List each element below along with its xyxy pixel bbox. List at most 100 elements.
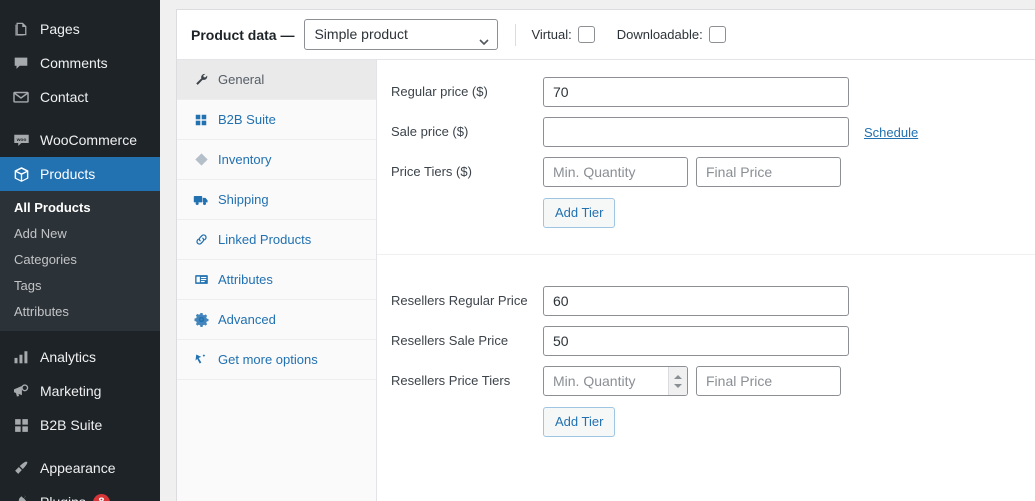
sidebar-item-plugins[interactable]: Plugins 8 [0, 485, 160, 501]
tab-shipping[interactable]: Shipping [177, 180, 376, 220]
sidebar-item-marketing[interactable]: Marketing [0, 374, 160, 408]
tab-label: B2B Suite [218, 112, 276, 127]
price-tiers-button-row: Add Tier [377, 198, 1035, 228]
plugins-update-badge: 8 [92, 493, 110, 501]
cart-icon [193, 352, 209, 368]
virtual-label: Virtual: [531, 27, 572, 42]
price-tier-min-quantity-input[interactable] [543, 157, 688, 187]
sale-price-input[interactable] [543, 117, 849, 147]
tab-label: Get more options [218, 352, 318, 367]
submenu-item-all-products[interactable]: All Products [0, 195, 160, 221]
pages-icon [11, 19, 31, 39]
downloadable-checkbox[interactable] [708, 26, 726, 43]
product-type-select[interactable]: Simple product [304, 19, 499, 50]
resellers-regular-price-input[interactable] [543, 286, 849, 316]
resellers-price-tier-min-quantity-input[interactable] [543, 366, 688, 396]
tab-label: General [218, 72, 265, 87]
comments-icon [11, 53, 31, 73]
tab-general[interactable]: General [177, 60, 376, 100]
resellers-regular-price-control [543, 286, 849, 316]
schedule-link[interactable]: Schedule [864, 125, 918, 140]
spinner-up-icon[interactable] [674, 374, 682, 379]
wp-admin-sidebar: Pages Comments Contact woo WooCommerce P… [0, 0, 160, 501]
truck-icon [193, 192, 209, 208]
resellers-pricing-group: Resellers Regular Price Resellers Sale P… [377, 254, 1035, 449]
submenu-item-categories[interactable]: Categories [0, 247, 160, 273]
add-tier-button[interactable]: Add Tier [543, 198, 616, 228]
tab-label: Linked Products [218, 232, 312, 247]
resellers-price-tiers-row: Resellers Price Tiers [377, 361, 1035, 401]
resellers-min-quantity-wrapper [543, 366, 688, 396]
sidebar-item-label: Products [40, 166, 96, 182]
header-divider [515, 23, 517, 46]
inventory-tag-icon [193, 152, 209, 168]
regular-price-input[interactable] [543, 77, 849, 107]
virtual-checkbox[interactable] [577, 26, 595, 43]
sidebar-item-label: Appearance [40, 460, 116, 476]
sidebar-item-pages[interactable]: Pages [0, 12, 160, 46]
tab-attributes[interactable]: Attributes [177, 260, 376, 300]
product-type-select-wrapper: Simple product [304, 19, 499, 50]
sidebar-item-products[interactable]: Products [0, 157, 160, 191]
products-box-icon [11, 164, 31, 184]
price-tiers-control [543, 157, 841, 187]
product-data-tabs: General B2B Suite Inventory Shipping Lin… [177, 60, 377, 501]
wrench-icon [193, 72, 209, 88]
sidebar-separator [0, 114, 160, 123]
submenu-item-attributes[interactable]: Attributes [0, 299, 160, 325]
tab-label: Inventory [218, 152, 272, 167]
submenu-item-tags[interactable]: Tags [0, 273, 160, 299]
sidebar-item-b2b-suite[interactable]: B2B Suite [0, 408, 160, 442]
regular-price-row: Regular price ($) [377, 72, 1035, 112]
appearance-brush-icon [11, 458, 31, 478]
resellers-price-tier-final-price-input[interactable] [696, 366, 841, 396]
regular-price-label: Regular price ($) [391, 84, 488, 99]
sidebar-item-contact[interactable]: Contact [0, 80, 160, 114]
tab-b2b-suite[interactable]: B2B Suite [177, 100, 376, 140]
sidebar-item-label: Analytics [40, 349, 97, 365]
grid-icon [11, 415, 31, 435]
megaphone-icon [11, 381, 31, 401]
tab-inventory[interactable]: Inventory [177, 140, 376, 180]
product-data-header: Product data — Simple product Virtual: D… [177, 10, 1035, 60]
attributes-icon [193, 272, 209, 288]
tab-linked-products[interactable]: Linked Products [177, 220, 376, 260]
price-tiers-row: Price Tiers ($) [377, 152, 1035, 192]
sidebar-item-analytics[interactable]: Analytics [0, 340, 160, 374]
resellers-price-tiers-label: Resellers Price Tiers [391, 373, 511, 388]
gear-icon [193, 312, 209, 328]
products-submenu: All Products Add New Categories Tags Att… [0, 191, 160, 331]
price-tier-final-price-input[interactable] [696, 157, 841, 187]
downloadable-label: Downloadable: [616, 27, 703, 42]
spinner-down-icon[interactable] [674, 383, 682, 388]
sidebar-item-label: B2B Suite [40, 417, 103, 433]
resellers-sale-price-row: Resellers Sale Price [377, 321, 1035, 361]
general-panel: Regular price ($) Sale price ($) Schedul… [377, 60, 1035, 501]
sidebar-item-appearance[interactable]: Appearance [0, 451, 160, 485]
product-data-title: Product data — [191, 26, 295, 43]
sidebar-item-woocommerce[interactable]: woo WooCommerce [0, 123, 160, 157]
analytics-chart-icon [11, 347, 31, 367]
resellers-sale-price-control [543, 326, 849, 356]
plugins-plug-icon [11, 492, 31, 501]
general-pricing-group: Regular price ($) Sale price ($) Schedul… [377, 60, 1035, 240]
sale-price-control: Schedule [543, 117, 918, 147]
sidebar-item-comments[interactable]: Comments [0, 46, 160, 80]
sidebar-item-label: Contact [40, 89, 89, 105]
grid-icon [193, 112, 209, 128]
virtual-checkbox-group: Virtual: [531, 26, 595, 43]
woocommerce-icon: woo [11, 130, 31, 150]
tab-get-more-options[interactable]: Get more options [177, 340, 376, 380]
regular-price-control [543, 77, 849, 107]
tab-advanced[interactable]: Advanced [177, 300, 376, 340]
sidebar-separator [0, 442, 160, 451]
product-data-body: General B2B Suite Inventory Shipping Lin… [177, 60, 1035, 501]
number-spinner[interactable] [668, 367, 687, 395]
product-data-metabox: Product data — Simple product Virtual: D… [176, 9, 1035, 501]
resellers-add-tier-button[interactable]: Add Tier [543, 407, 616, 437]
submenu-item-add-new[interactable]: Add New [0, 221, 160, 247]
resellers-sale-price-label: Resellers Sale Price [391, 333, 509, 348]
resellers-sale-price-input[interactable] [543, 326, 849, 356]
price-tiers-label: Price Tiers ($) [391, 164, 472, 179]
admin-screen: Pages Comments Contact woo WooCommerce P… [0, 0, 1035, 501]
